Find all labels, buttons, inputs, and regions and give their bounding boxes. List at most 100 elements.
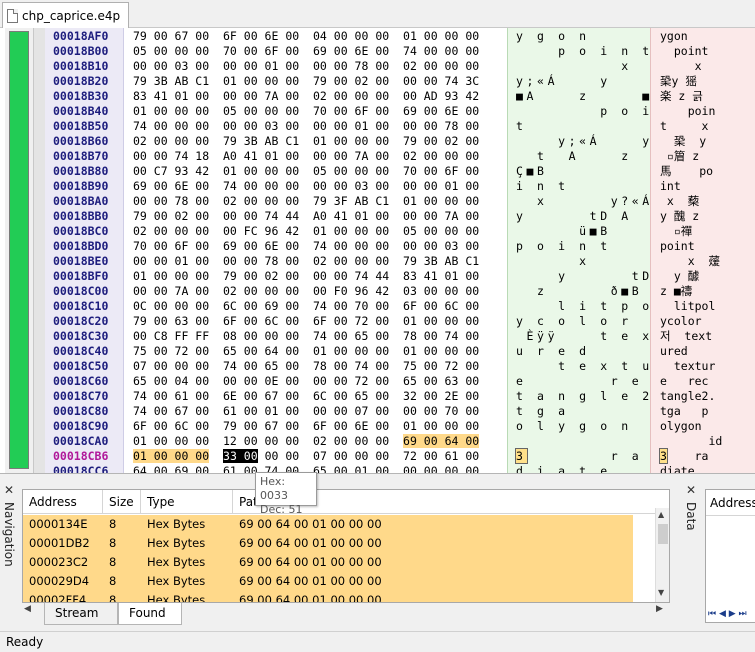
tab-stream[interactable]: Stream <box>44 603 118 625</box>
unicode-row[interactable]: e rec <box>660 374 708 389</box>
hex-row[interactable]: 00 00 74 18 A0 41 01 00 00 00 7A 00 02 0… <box>133 149 479 164</box>
table-row[interactable]: 00001DB2 8 Hex Bytes 69 00 64 00 01 00 00 0… <box>23 534 633 553</box>
unicode-row[interactable]: tga p <box>660 404 708 419</box>
data-panel[interactable]: Address ⏮ ◀ ▶ ⏭ <box>705 489 755 623</box>
hex-row[interactable]: 79 00 63 00 6F 00 6C 00 6F 00 72 00 01 0… <box>133 314 479 329</box>
table-row[interactable]: 000023C2 8 Hex Bytes 69 00 64 00 01 00 00 0… <box>23 553 633 572</box>
unicode-row[interactable]: 䅃y 猺 <box>660 74 697 89</box>
file-overview-strip[interactable] <box>5 28 33 473</box>
hex-row[interactable]: 00 C7 93 42 01 00 00 00 05 00 00 00 70 0… <box>133 164 479 179</box>
unicode-row[interactable]: y 醵 <box>660 269 699 284</box>
selected-bytes[interactable]: 33 00 <box>223 449 258 463</box>
unicode-row[interactable]: y 醜 z <box>660 209 699 224</box>
hex-row[interactable]: 65 00 04 00 00 00 0E 00 00 00 72 00 65 0… <box>133 374 479 389</box>
unicode-row[interactable]: olygon <box>660 419 702 434</box>
hex-row[interactable]: 00 00 03 00 00 00 01 00 00 00 78 00 02 0… <box>133 59 479 74</box>
hex-row[interactable]: 01 00 00 00 79 00 02 00 00 00 74 44 83 4… <box>133 269 479 284</box>
unicode-row[interactable]: ▫篃 z <box>660 149 699 164</box>
unicode-row[interactable]: t x <box>660 119 708 134</box>
unicode-column[interactable]: ygon point x 䅃y 猺楽 z 긁 poin t x 䅃 y ▫篃 z馬 … <box>650 28 755 473</box>
unicode-row[interactable]: 䅃 y <box>660 134 706 149</box>
scroll-up-icon[interactable]: ▲ <box>658 510 664 519</box>
ascii-column[interactable]: y g o n p o i n t x y;«Á y t< ■A z ■B p o… <box>507 28 691 473</box>
unicode-row[interactable]: z ■禱 <box>660 284 692 299</box>
column-header-size[interactable]: Size <box>103 490 141 514</box>
hex-row[interactable]: 74 00 67 00 61 00 01 00 00 00 07 00 00 0… <box>133 404 479 419</box>
hex-row[interactable]: 74 00 00 00 00 00 03 00 00 00 01 00 00 0… <box>133 119 479 134</box>
unicode-row[interactable]: ▫禪 <box>660 224 692 239</box>
ascii-row[interactable]: e r e c <box>516 374 663 389</box>
hex-row[interactable]: 79 3B AB C1 01 00 00 00 79 00 02 00 00 0… <box>133 74 479 89</box>
scroll-left-icon[interactable]: ◀ <box>24 604 31 614</box>
close-icon[interactable]: ✕ <box>686 483 696 497</box>
close-icon[interactable]: ✕ <box>4 483 14 497</box>
unicode-row[interactable]: poin <box>660 104 716 119</box>
hex-row[interactable]: 74 00 61 00 6E 00 67 00 6C 00 65 00 32 0… <box>133 389 479 404</box>
found-results-table[interactable]: Address Size Type Pattern 0000134E 8 Hex B… <box>22 489 670 603</box>
bookmark-gutter[interactable] <box>33 28 45 473</box>
navigation-label[interactable]: Navigation <box>2 502 16 567</box>
hex-row[interactable]: 05 00 00 00 70 00 6F 00 69 00 6E 00 74 0… <box>133 44 479 59</box>
hex-row[interactable]: 01 00 00 00 05 00 00 00 70 00 6F 00 69 0… <box>133 104 479 119</box>
hex-editor[interactable]: 00018AF0 00018B00 00018B10 00018B20 00018B30… <box>0 28 755 474</box>
hex-column[interactable]: 79 00 67 00 6F 00 6E 00 04 00 00 00 01 0… <box>124 28 507 473</box>
unicode-row[interactable]: 馬 po <box>660 164 713 179</box>
scroll-thumb[interactable] <box>658 524 668 544</box>
scroll-right-icon[interactable]: ▶ <box>656 604 663 614</box>
unicode-row[interactable]: diate <box>660 464 695 473</box>
tab-found[interactable]: Found <box>118 603 182 625</box>
unicode-row[interactable]: id <box>660 434 722 449</box>
overview-bar[interactable] <box>9 31 29 469</box>
hex-row[interactable]: 01 00 00 00 33 00 00 00 07 00 00 00 72 0… <box>133 449 479 464</box>
unicode-row[interactable]: 3 ra <box>659 448 708 464</box>
hex-row[interactable]: 00 00 78 00 02 00 00 00 79 3F AB C1 01 0… <box>133 194 479 209</box>
found-match-bytes[interactable]: 69 00 64 00 <box>403 434 480 448</box>
hex-row[interactable]: 70 00 6F 00 69 00 6E 00 74 00 00 00 00 0… <box>133 239 479 254</box>
hex-row[interactable]: 01 00 00 00 12 00 00 00 02 00 00 00 69 0… <box>133 434 480 449</box>
data-label[interactable]: Data <box>684 502 698 531</box>
hex-row[interactable]: 79 00 67 00 6F 00 6E 00 04 00 00 00 01 0… <box>133 29 479 44</box>
unicode-row[interactable]: textur <box>660 359 716 374</box>
table-row[interactable]: 000029D4 8 Hex Bytes 69 00 64 00 01 00 00 0… <box>23 572 633 591</box>
hex-row[interactable]: 79 00 02 00 00 00 74 44 A0 41 01 00 00 0… <box>133 209 479 224</box>
document-tab[interactable]: chp_caprice.e4p <box>2 2 130 28</box>
data-column-header-address[interactable]: Address <box>706 490 755 516</box>
unicode-row[interactable]: x <box>660 59 702 74</box>
hex-row[interactable]: 69 00 6E 00 74 00 00 00 00 00 03 00 00 0… <box>133 179 479 194</box>
selected-char[interactable]: 3 <box>515 448 528 464</box>
unicode-row[interactable]: litpol <box>660 299 716 314</box>
column-header-address[interactable]: Address <box>23 490 103 514</box>
ascii-row[interactable]: 3 r a <box>515 448 642 464</box>
unicode-row[interactable]: 楽 z 긁 <box>660 89 703 104</box>
unicode-row[interactable]: point <box>660 239 695 254</box>
unicode-row[interactable]: 저 text <box>660 329 712 344</box>
selected-char[interactable]: 3 <box>659 448 668 464</box>
hex-row[interactable]: 00 00 7A 00 02 00 00 00 00 F0 96 42 03 0… <box>133 284 479 299</box>
hex-row[interactable]: 0C 00 00 00 6C 00 69 00 74 00 70 00 6F 0… <box>133 299 479 314</box>
hex-row[interactable]: 83 41 01 00 00 00 7A 00 02 00 00 00 00 A… <box>133 89 479 104</box>
hex-row[interactable]: 00 C8 FF FF 08 00 00 00 74 00 65 00 78 0… <box>133 329 479 344</box>
unicode-row[interactable]: ycolor <box>660 314 702 329</box>
ascii-row[interactable]: ■A z ■B <box>516 89 663 104</box>
column-header-type[interactable]: Type <box>141 490 233 514</box>
hex-row[interactable]: 02 00 00 00 79 3B AB C1 01 00 00 00 79 0… <box>133 134 479 149</box>
found-match-bytes[interactable]: 01 00 00 00 <box>133 449 210 463</box>
unicode-row[interactable]: tangle2. <box>660 389 715 404</box>
hex-row[interactable]: 02 00 00 00 00 FC 96 42 01 00 00 00 05 0… <box>133 224 479 239</box>
hex-row[interactable]: 6F 00 6C 00 79 00 67 00 6F 00 6E 00 01 0… <box>133 419 479 434</box>
unicode-row[interactable]: point <box>660 44 709 59</box>
unicode-row[interactable]: x 蔾 <box>660 194 699 209</box>
unicode-row[interactable]: int <box>660 179 681 194</box>
record-navigation-icons[interactable]: ⏮ ◀ ▶ ⏭ <box>706 606 755 622</box>
unicode-row[interactable]: ured <box>660 344 688 359</box>
vertical-scrollbar[interactable]: ▲ ▼ <box>655 508 669 602</box>
unicode-row[interactable]: x 蕿 <box>660 254 720 269</box>
ascii-row[interactable]: t g a p <box>516 404 663 419</box>
table-row[interactable]: 00002FF4 8 Hex Bytes 69 00 64 00 01 00 00 0… <box>23 591 633 602</box>
table-row[interactable]: 0000134E 8 Hex Bytes 69 00 64 00 01 00 00 0… <box>23 515 633 534</box>
scroll-down-icon[interactable]: ▼ <box>658 588 664 597</box>
unicode-row[interactable]: ygon <box>660 29 688 44</box>
hex-row[interactable]: 00 00 01 00 00 00 78 00 02 00 00 00 79 3… <box>133 254 479 269</box>
hex-row[interactable]: 75 00 72 00 65 00 64 00 01 00 00 00 01 0… <box>133 344 479 359</box>
hex-row[interactable]: 07 00 00 00 74 00 65 00 78 00 74 00 75 0… <box>133 359 479 374</box>
